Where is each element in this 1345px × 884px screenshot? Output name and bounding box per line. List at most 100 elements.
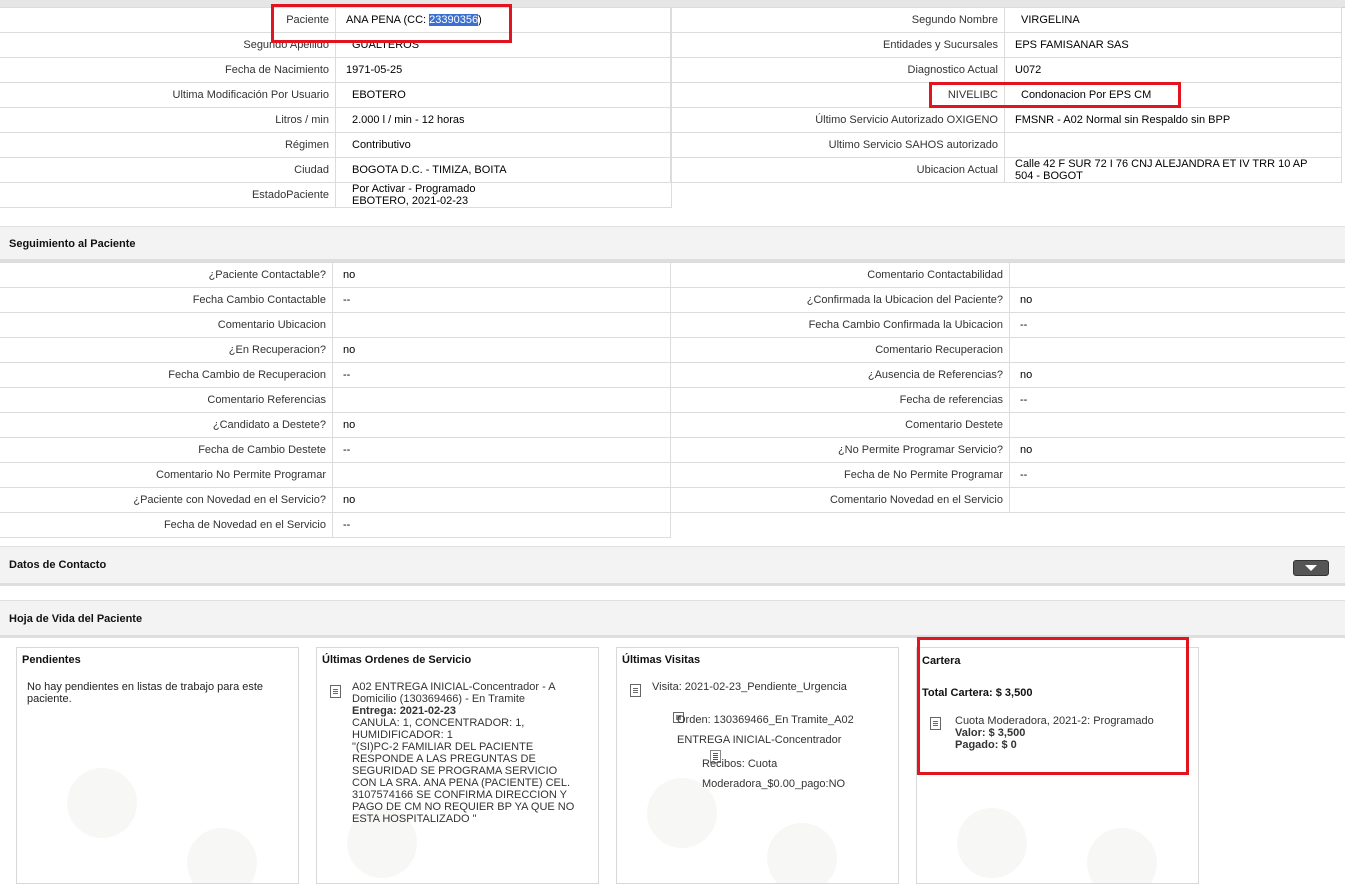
entrega-value: 2021-02-23 xyxy=(400,705,456,717)
value-fecha-nacimiento: 1971-05-25 xyxy=(336,58,672,83)
value-paciente-contactable: no xyxy=(333,263,671,288)
value-ausencia-referencias: no xyxy=(1010,363,1345,388)
value-ultima-modificacion: EBOTERO xyxy=(336,83,672,108)
value-comentario-recuperacion xyxy=(1010,338,1345,363)
orden-detail-line: RESPONDE A LAS PREGUNTAS DE xyxy=(352,753,592,765)
label-fecha-referencias: Fecha de referencias xyxy=(671,388,1010,413)
value-comentario-no-permite xyxy=(333,463,671,488)
label-segundo-nombre: Segundo Nombre xyxy=(671,8,1005,33)
label-en-recuperacion: ¿En Recuperacion? xyxy=(0,338,333,363)
label-fecha-cambio-destete: Fecha de Cambio Destete xyxy=(0,438,333,463)
orden-detail-line: CON LA SRA. ANA PENA (PACIENTE) CEL. xyxy=(352,777,592,789)
label-fecha-cambio-recuperacion: Fecha Cambio de Recuperacion xyxy=(0,363,333,388)
value-regimen: Contributivo xyxy=(336,133,672,158)
panel-visitas: Últimas Visitas Visita: 2021-02-23_Pendi… xyxy=(616,647,899,884)
value-no-permite-programar: no xyxy=(1010,438,1345,463)
entrega-label: Entrega: xyxy=(352,705,397,717)
visita-orden-line2: ENTREGA INICIAL-Concentrador xyxy=(677,730,854,750)
label-ubicacion-actual: Ubicacion Actual xyxy=(671,158,1005,183)
orden-line1: A02 ENTREGA INICIAL-Concentrador - A xyxy=(352,681,592,693)
label-comentario-no-permite: Comentario No Permite Programar xyxy=(0,463,333,488)
label-ultimo-servicio-oxigeno: Último Servicio Autorizado OXIGENO xyxy=(671,108,1005,133)
section-seguimiento-title: Seguimiento al Paciente xyxy=(9,238,136,250)
watermark-icon xyxy=(1087,828,1157,884)
label-comentario-referencias: Comentario Referencias xyxy=(0,388,333,413)
value-diagnostico: U072 xyxy=(1005,58,1342,83)
label-diagnostico: Diagnostico Actual xyxy=(671,58,1005,83)
value-en-recuperacion: no xyxy=(333,338,671,363)
seguimiento-left: ¿Paciente Contactable?no Fecha Cambio Co… xyxy=(0,262,671,538)
label-fecha-novedad: Fecha de Novedad en el Servicio xyxy=(0,513,333,538)
label-ciudad: Ciudad xyxy=(0,158,336,183)
orden-detail-line: 3107574166 SE CONFIRMA DIRECCION Y xyxy=(352,789,592,801)
section-datos-contacto[interactable]: Datos de Contacto xyxy=(0,546,1345,586)
label-comentario-contactabilidad: Comentario Contactabilidad xyxy=(671,263,1010,288)
pendientes-text: No hay pendientes en listas de trabajo p… xyxy=(27,681,277,705)
panel-pendientes-title: Pendientes xyxy=(22,654,81,666)
annotation-paciente-box xyxy=(271,4,512,43)
value-segundo-nombre: VIRGELINA xyxy=(1005,8,1342,33)
panel-pendientes: Pendientes No hay pendientes en listas d… xyxy=(16,647,299,884)
orden-servicio-item[interactable]: A02 ENTREGA INICIAL-Concentrador - A Dom… xyxy=(352,681,592,825)
section-seguimiento[interactable]: Seguimiento al Paciente xyxy=(0,226,1345,262)
orden-detail-line: SEGURIDAD SE PROGRAMA SERVICIO xyxy=(352,765,592,777)
visita-item[interactable]: Visita: 2021-02-23_Pendiente_Urgencia xyxy=(652,681,847,693)
label-ausencia-referencias: ¿Ausencia de Referencias? xyxy=(671,363,1010,388)
label-regimen: Régimen xyxy=(0,133,336,158)
value-estado-paciente: Por Activar - ProgramadoEBOTERO, 2021-02… xyxy=(336,183,672,208)
value-comentario-ubicacion xyxy=(333,313,671,338)
watermark-icon xyxy=(957,808,1027,878)
label-confirmada-ubicacion: ¿Confirmada la Ubicacion del Paciente? xyxy=(671,288,1010,313)
value-comentario-novedad xyxy=(1010,488,1345,513)
visita-orden-line1: Orden: 130369466_En Tramite_A02 xyxy=(677,710,854,730)
label-estado-paciente: EstadoPaciente xyxy=(0,183,336,208)
orden-detail-line: PAGO DE CM NO REQUIER BP YA QUE NO xyxy=(352,801,592,813)
label-ultimo-servicio-sahos: Ultimo Servicio SAHOS autorizado xyxy=(671,133,1005,158)
orden-detail-line: CANULA: 1, CONCENTRADOR: 1, xyxy=(352,717,592,729)
orden-detail-line: HUMIDIFICADOR: 1 xyxy=(352,729,592,741)
label-comentario-destete: Comentario Destete xyxy=(671,413,1010,438)
label-comentario-recuperacion: Comentario Recuperacion xyxy=(671,338,1010,363)
value-candidato-destete: no xyxy=(333,413,671,438)
document-icon xyxy=(330,685,341,698)
ubicacion-line2: 504 - BOGOT xyxy=(1015,170,1335,182)
value-fecha-cambio-destete: -- xyxy=(333,438,671,463)
label-paciente-novedad: ¿Paciente con Novedad en el Servicio? xyxy=(0,488,333,513)
label-fecha-confirmada-ubicacion: Fecha Cambio Confirmada la Ubicacion xyxy=(671,313,1010,338)
section-hoja-vida[interactable]: Hoja de Vida del Paciente xyxy=(0,600,1345,638)
value-ciudad: BOGOTA D.C. - TIMIZA, BOITA xyxy=(336,158,672,183)
value-comentario-contactabilidad xyxy=(1010,263,1345,288)
value-confirmada-ubicacion: no xyxy=(1010,288,1345,313)
label-fecha-cambio-contactable: Fecha Cambio Contactable xyxy=(0,288,333,313)
visita-recibos[interactable]: Recibos: Cuota Moderadora_$0.00_pago:NO xyxy=(702,754,845,794)
estado-line1: Por Activar - Programado xyxy=(352,183,665,195)
watermark-icon xyxy=(187,828,257,884)
value-paciente-novedad: no xyxy=(333,488,671,513)
visita-orden[interactable]: Orden: 130369466_En Tramite_A02 ENTREGA … xyxy=(677,710,854,750)
label-paciente-contactable: ¿Paciente Contactable? xyxy=(0,263,333,288)
value-comentario-destete xyxy=(1010,413,1345,438)
document-icon xyxy=(630,684,641,697)
value-fecha-novedad: -- xyxy=(333,513,671,538)
annotation-cartera-box xyxy=(917,637,1189,775)
label-candidato-destete: ¿Candidato a Destete? xyxy=(0,413,333,438)
value-entidades: EPS FAMISANAR SAS xyxy=(1005,33,1342,58)
value-fecha-confirmada-ubicacion: -- xyxy=(1010,313,1345,338)
panel-visitas-title: Últimas Visitas xyxy=(622,654,700,666)
recibos-line1: Recibos: Cuota xyxy=(702,754,845,774)
orden-detail-line: "(SI)PC-2 FAMILIAR DEL PACIENTE xyxy=(352,741,592,753)
expand-toggle-button[interactable] xyxy=(1293,560,1329,576)
value-fecha-no-permite: -- xyxy=(1010,463,1345,488)
watermark-icon xyxy=(67,768,137,838)
value-fecha-cambio-contactable: -- xyxy=(333,288,671,313)
orden-detail-line: ESTA HOSPITALIZADO " xyxy=(352,813,592,825)
label-fecha-nacimiento: Fecha de Nacimiento xyxy=(0,58,336,83)
label-comentario-novedad: Comentario Novedad en el Servicio xyxy=(671,488,1010,513)
ubicacion-line1: Calle 42 F SUR 72 I 76 CNJ ALEJANDRA ET … xyxy=(1015,158,1335,170)
value-ultimo-servicio-sahos xyxy=(1005,133,1342,158)
label-entidades: Entidades y Sucursales xyxy=(671,33,1005,58)
label-comentario-ubicacion: Comentario Ubicacion xyxy=(0,313,333,338)
label-no-permite-programar: ¿No Permite Programar Servicio? xyxy=(671,438,1010,463)
seguimiento-right: Comentario Contactabilidad ¿Confirmada l… xyxy=(670,262,1345,513)
recibos-line2: Moderadora_$0.00_pago:NO xyxy=(702,774,845,794)
